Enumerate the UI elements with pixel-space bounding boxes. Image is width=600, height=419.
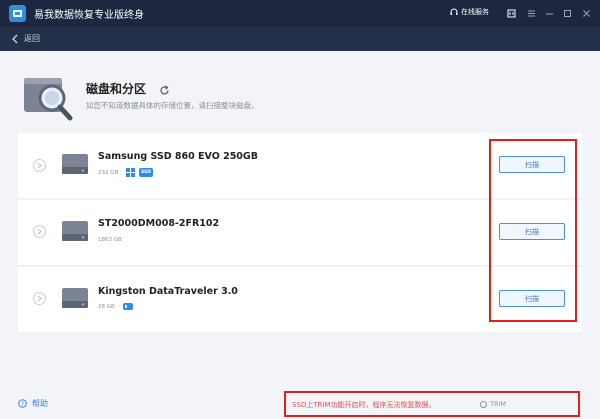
close-icon bbox=[582, 9, 590, 17]
scan-buttons-highlight bbox=[489, 139, 577, 322]
chevron-right-icon bbox=[37, 228, 42, 235]
feedback-icon bbox=[507, 9, 515, 17]
nav-bar: 返回 bbox=[0, 27, 600, 51]
feedback-button[interactable] bbox=[505, 7, 517, 19]
maximize-icon bbox=[563, 9, 571, 17]
hard-drive-icon bbox=[62, 287, 88, 313]
close-button[interactable] bbox=[580, 7, 592, 19]
page-title: 磁盘和分区 bbox=[86, 82, 147, 96]
disk-badges bbox=[123, 303, 133, 310]
trim-warning-text: SSD上TRIM功能开启时，程序无法恢复数据。 bbox=[292, 401, 436, 409]
help-icon: ? bbox=[18, 399, 27, 408]
disk-size: 232 GB bbox=[98, 170, 119, 176]
help-label: 帮助 bbox=[32, 399, 48, 408]
page-subtitle: 如您不知道数据具体的存储位置，请扫描整块磁盘。 bbox=[86, 101, 259, 110]
disk-badges: SSD bbox=[126, 168, 154, 177]
windows-icon bbox=[126, 168, 135, 177]
disk-name: Kingston DataTraveler 3.0 bbox=[98, 286, 238, 297]
minimize-icon bbox=[545, 13, 553, 14]
ssd-badge: SSD bbox=[139, 168, 154, 177]
trim-info-link[interactable]: TRIM bbox=[480, 400, 506, 408]
refresh-button[interactable] bbox=[159, 81, 170, 100]
disk-size: 1863 GB bbox=[98, 237, 122, 243]
hard-drive-icon bbox=[62, 220, 88, 246]
minimize-button[interactable] bbox=[543, 7, 555, 19]
headset-icon bbox=[450, 8, 458, 15]
app-title: 易我数据恢复专业版终身 bbox=[34, 10, 144, 21]
info-icon bbox=[480, 400, 487, 408]
online-support-label: 在线服务 bbox=[461, 8, 489, 16]
online-support-button[interactable]: 在线服务 bbox=[450, 7, 489, 17]
expand-button[interactable] bbox=[33, 292, 46, 305]
expand-button[interactable] bbox=[33, 225, 46, 238]
app-logo-icon bbox=[9, 5, 26, 22]
disk-name: ST2000DM008-2FR102 bbox=[98, 218, 220, 229]
menu-icon bbox=[527, 10, 535, 16]
expand-button[interactable] bbox=[33, 159, 46, 172]
title-bar: 易我数据恢复专业版终身 在线服务 bbox=[0, 0, 600, 27]
usb-icon bbox=[123, 303, 133, 310]
disk-name: Samsung SSD 860 EVO 250GB bbox=[98, 151, 258, 162]
trim-link-label: TRIM bbox=[490, 400, 507, 408]
refresh-icon bbox=[160, 85, 169, 95]
chevron-right-icon bbox=[37, 162, 42, 169]
footer-bar: ? 帮助 SSD上TRIM功能开启时，程序无法恢复数据。 TRIM bbox=[0, 388, 600, 419]
maximize-button[interactable] bbox=[561, 7, 573, 19]
help-link[interactable]: ? 帮助 bbox=[18, 398, 48, 409]
disk-size: 28 GB bbox=[98, 304, 115, 310]
menu-button[interactable] bbox=[525, 7, 537, 19]
back-button[interactable]: 返回 bbox=[12, 33, 40, 44]
hard-drive-icon bbox=[62, 153, 88, 179]
back-label: 返回 bbox=[24, 34, 40, 43]
svg-text:?: ? bbox=[21, 401, 24, 408]
chevron-left-icon bbox=[12, 34, 18, 43]
disk-search-icon bbox=[22, 72, 74, 126]
chevron-right-icon bbox=[37, 295, 42, 302]
